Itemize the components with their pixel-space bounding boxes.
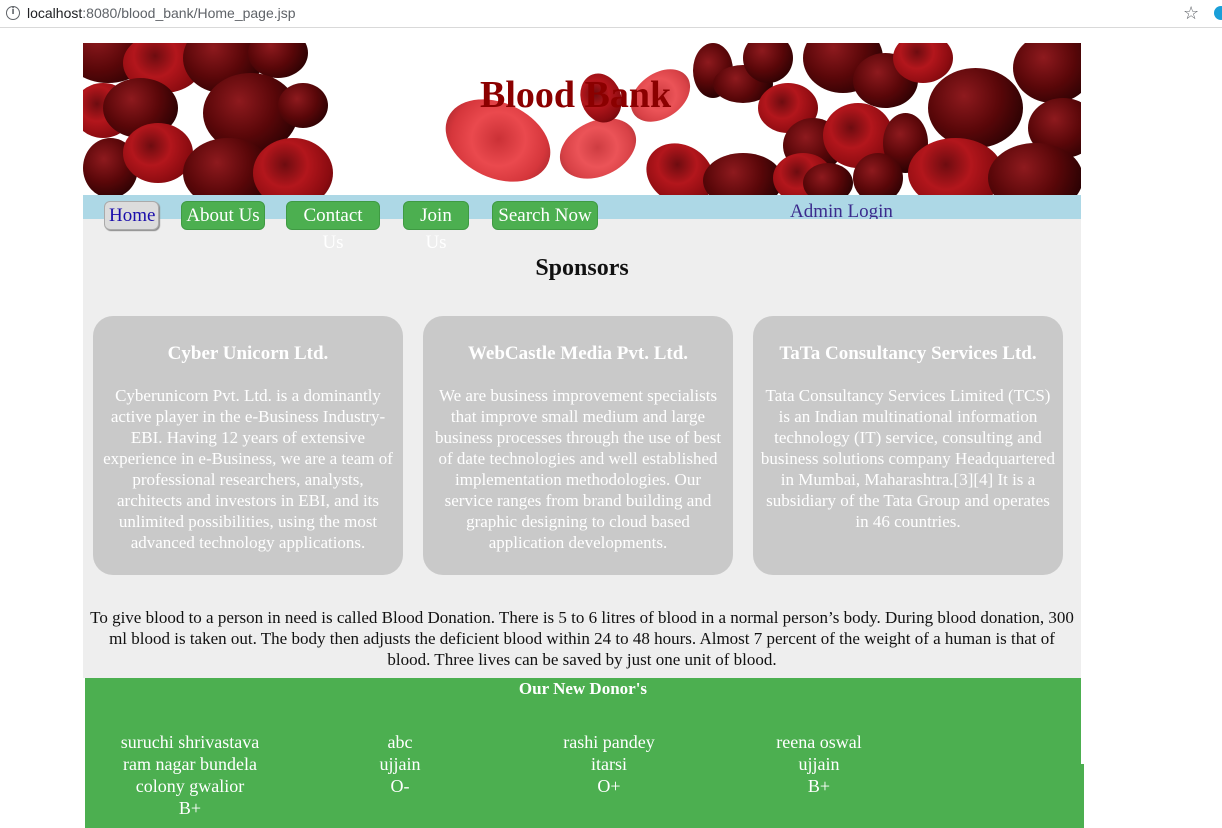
donor-blood-group: B+ (178, 798, 202, 818)
info-icon[interactable]: i (6, 6, 20, 20)
donor-address: itarsi (591, 754, 627, 774)
main-content: Sponsors Cyber Unicorn Ltd. Cyberunicorn… (83, 219, 1081, 678)
new-donors-section: Our New Donor's suruchi shrivastava ram … (85, 678, 1081, 828)
nav-about-button[interactable]: About Us (181, 201, 265, 230)
donor-item: rashi pandey itarsi O+ (529, 731, 689, 797)
donor-name: rashi pandey (563, 732, 655, 752)
donor-address: ujjain (379, 754, 421, 774)
site-title: Blood Bank (480, 74, 672, 116)
sponsor-title: TaTa Consultancy Services Ltd. (779, 343, 1037, 364)
sponsor-description: Tata Consultancy Services Limited (TCS) … (760, 386, 1056, 531)
url-field[interactable]: localhost:8080/blood_bank/Home_page.jsp (27, 5, 296, 21)
url-host: localhost (27, 5, 83, 21)
donors-edge (1081, 764, 1084, 828)
nav-home-button[interactable]: Home (104, 201, 159, 230)
donors-heading: Our New Donor's (518, 679, 648, 698)
sponsor-card: Cyber Unicorn Ltd. Cyberunicorn Pvt. Ltd… (93, 316, 403, 575)
nav-search-button[interactable]: Search Now (492, 201, 598, 230)
sponsor-title: Cyber Unicorn Ltd. (167, 343, 329, 364)
nav-contact-button[interactable]: Contact Us (286, 201, 380, 253)
donor-address: ram nagar bundela colony gwalior (123, 754, 257, 796)
bookmark-star-icon[interactable]: ☆ (1183, 3, 1199, 24)
sponsor-card: WebCastle Media Pvt. Ltd. We are busines… (423, 316, 733, 575)
blood-donation-info: To give blood to a person in need is cal… (90, 608, 1074, 669)
nav-join-button[interactable]: Join Us (403, 201, 469, 253)
header-banner: Blood Bank (83, 43, 1081, 195)
url-path: :8080/blood_bank/Home_page.jsp (82, 5, 296, 21)
donor-blood-group: B+ (807, 776, 831, 796)
sponsor-description: We are business improvement specialists … (434, 386, 722, 552)
sponsor-description: Cyberunicorn Pvt. Ltd. is a dominantly a… (103, 386, 393, 552)
donor-name: abc (387, 732, 413, 752)
sponsor-card: TaTa Consultancy Services Ltd. Tata Cons… (753, 316, 1063, 575)
donor-blood-group: O- (390, 776, 410, 796)
donor-name: suruchi shrivastava (120, 732, 260, 752)
extension-icon[interactable] (1214, 6, 1222, 20)
donor-address: ujjain (798, 754, 840, 774)
page: Blood Bank Home About Us Contact Us Join… (83, 43, 1084, 828)
sponsor-title: WebCastle Media Pvt. Ltd. (467, 343, 689, 364)
donor-item: reena oswal ujjain B+ (739, 731, 899, 797)
donor-blood-group: O+ (597, 776, 621, 796)
sponsors-heading: Sponsors (535, 255, 629, 281)
donor-name: reena oswal (776, 732, 862, 752)
address-bar: i localhost:8080/blood_bank/Home_page.js… (0, 0, 1222, 28)
donor-item: abc ujjain O- (320, 731, 480, 797)
donor-item: suruchi shrivastava ram nagar bundela co… (110, 731, 270, 819)
nav-bar: Home About Us Contact Us Join Us Search … (83, 195, 1081, 253)
